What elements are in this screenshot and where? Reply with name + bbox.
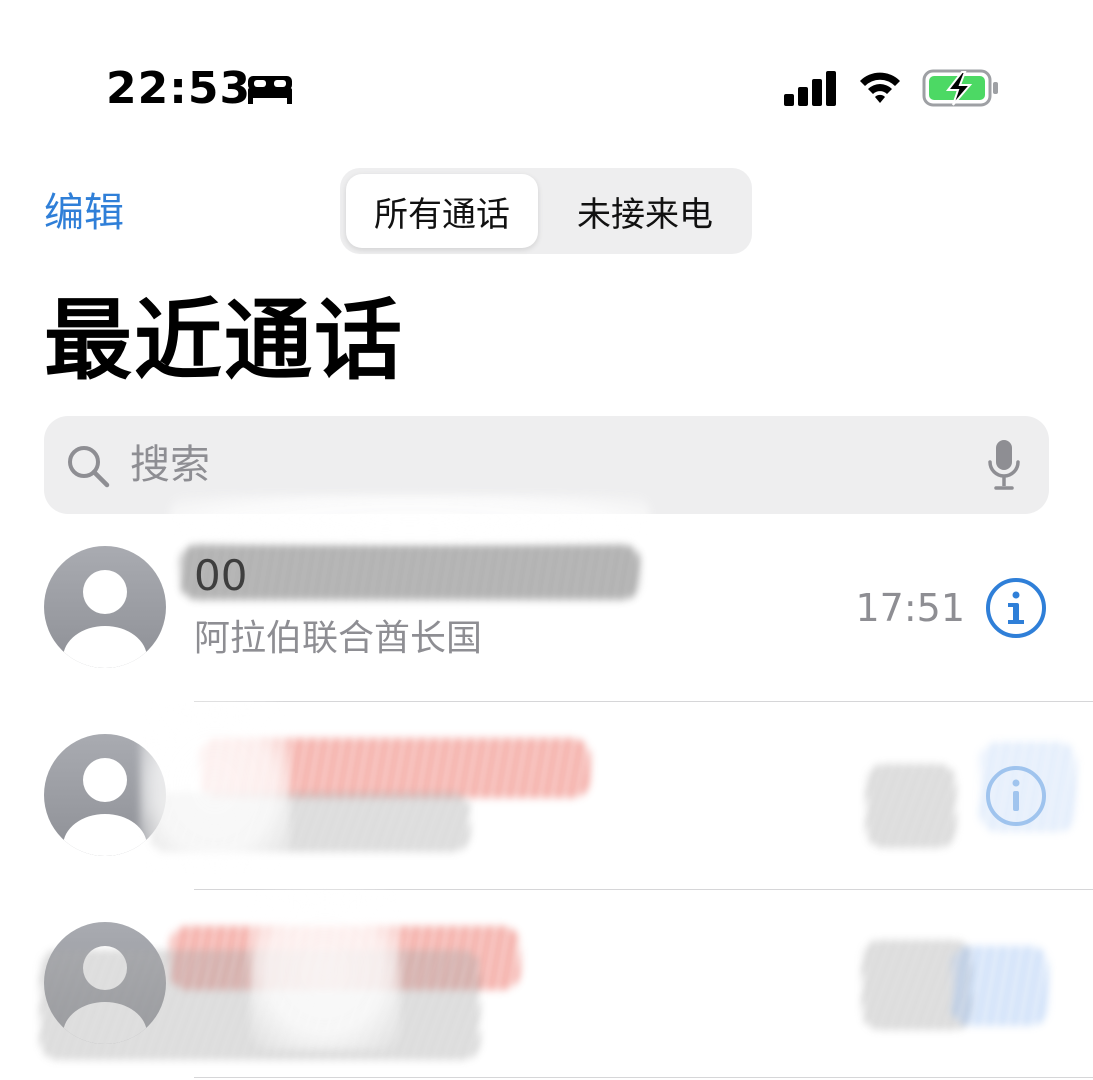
search-input[interactable] bbox=[130, 434, 950, 496]
call-time: 17:51 bbox=[855, 586, 965, 630]
redaction-scribble bbox=[952, 946, 1048, 1026]
caller-location: 阿拉伯联合酋长国 bbox=[194, 618, 483, 659]
microphone-icon[interactable] bbox=[986, 438, 1022, 492]
redaction-scribble bbox=[170, 494, 650, 544]
wifi-icon bbox=[860, 72, 900, 103]
redaction-scribble bbox=[866, 764, 956, 848]
tab-all-calls[interactable]: 所有通话 bbox=[346, 174, 538, 248]
contact-avatar-icon bbox=[44, 546, 166, 668]
redaction-scribble bbox=[180, 544, 640, 600]
redaction-scribble bbox=[980, 742, 1076, 832]
sleep-icon bbox=[248, 76, 292, 104]
call-row[interactable]: 00 阿拉伯联合酋长国 17:51 bbox=[0, 494, 1093, 702]
search-icon bbox=[68, 446, 110, 488]
call-row[interactable] bbox=[0, 890, 1093, 1078]
signal-icon bbox=[784, 71, 836, 106]
segmented-control: 所有通话 未接来电 bbox=[340, 168, 752, 254]
status-time: 22:53 bbox=[106, 63, 252, 114]
battery-charging-icon bbox=[922, 69, 998, 107]
tab-missed-calls[interactable]: 未接来电 bbox=[544, 174, 746, 248]
row-divider bbox=[194, 1077, 1093, 1078]
redaction-scribble bbox=[250, 890, 400, 1050]
call-row[interactable] bbox=[0, 702, 1093, 890]
status-bar: 22:53 bbox=[0, 0, 1093, 130]
edit-button[interactable]: 编辑 bbox=[44, 186, 124, 240]
redaction-scribble bbox=[140, 702, 290, 872]
info-icon[interactable] bbox=[984, 576, 1048, 640]
page-title: 最近通话 bbox=[44, 289, 405, 392]
